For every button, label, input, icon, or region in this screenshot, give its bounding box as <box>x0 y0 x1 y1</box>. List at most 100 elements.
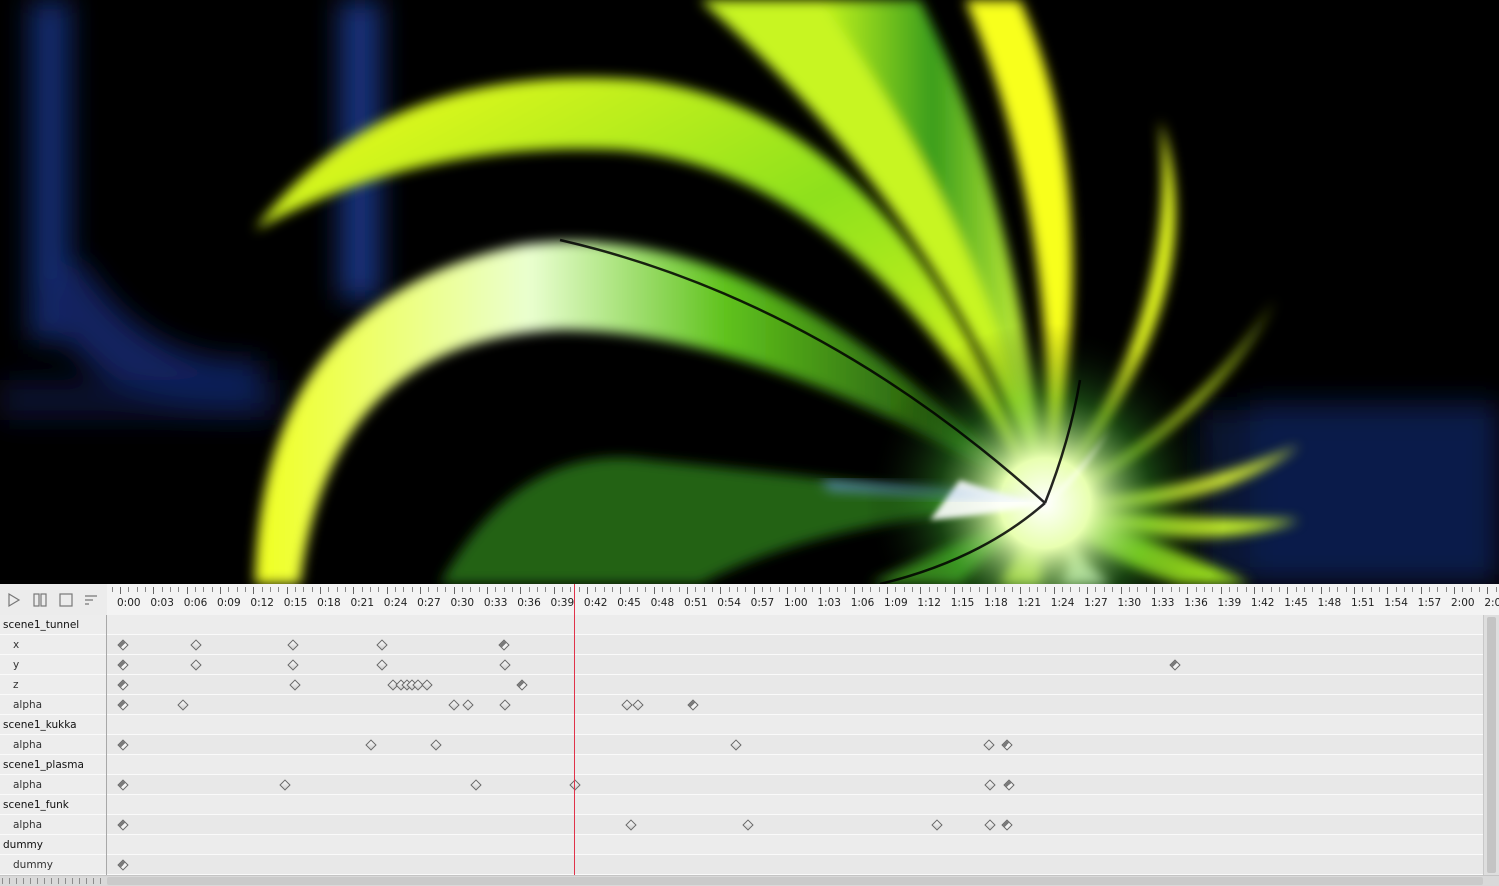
ruler-time-label: 1:33 <box>1150 597 1175 609</box>
ruler-tick <box>636 587 638 592</box>
track-group-name[interactable]: scene1_kukka <box>0 715 106 735</box>
ruler-tick <box>503 587 505 592</box>
ruler-tick <box>1053 587 1055 594</box>
ruler-tick <box>295 587 297 592</box>
ruler-tick <box>1445 587 1447 592</box>
track-channel-row[interactable] <box>107 735 1483 755</box>
track-channel-name[interactable]: dummy <box>0 855 106 875</box>
ruler-tick <box>787 587 788 594</box>
ruler-tick <box>845 587 847 592</box>
ruler-tick <box>386 587 388 594</box>
ruler-tick <box>795 587 797 592</box>
ruler-tick <box>978 587 980 592</box>
ruler-tick <box>378 587 380 592</box>
horizontal-scrollbar-thumb[interactable] <box>107 877 1483 885</box>
ruler-tick <box>1212 587 1214 592</box>
ruler-tick <box>395 587 397 592</box>
track-channel-row[interactable] <box>107 775 1483 795</box>
ruler-tick <box>320 587 322 594</box>
track-channel-name[interactable]: y <box>0 655 106 675</box>
ruler-time-label: 1:03 <box>817 597 841 609</box>
track-channel-row[interactable] <box>107 675 1483 695</box>
ruler-tick <box>812 587 813 592</box>
playhead[interactable] <box>573 584 575 875</box>
ruler-tick <box>570 587 572 592</box>
track-group-name[interactable]: scene1_tunnel <box>0 615 106 635</box>
ruler-tick <box>1278 587 1280 592</box>
ruler-tick <box>1270 587 1272 592</box>
ruler-tick <box>1062 587 1064 592</box>
ruler-time-label: 0:09 <box>217 597 241 609</box>
track-channel-name[interactable]: z <box>0 675 106 695</box>
ruler-tick <box>445 587 447 592</box>
track-group-name[interactable]: scene1_plasma <box>0 755 106 775</box>
track-group-row[interactable] <box>107 755 1483 775</box>
vertical-scrollbar-thumb[interactable] <box>1487 617 1496 873</box>
track-channel-name[interactable]: alpha <box>0 735 106 755</box>
ruler-time-label: 0:24 <box>383 597 408 609</box>
ruler-time-label: 1:39 <box>1217 597 1242 609</box>
ruler-time-label: 1:15 <box>950 597 975 609</box>
ruler-tick <box>711 587 713 592</box>
track-channel-name[interactable]: alpha <box>0 775 106 795</box>
track-group-row[interactable] <box>107 795 1483 815</box>
ruler-tick <box>945 587 947 592</box>
stop-button[interactable] <box>56 590 76 610</box>
ruler-time-label: 1:36 <box>1184 597 1208 609</box>
ruler-tick <box>1070 587 1072 592</box>
ruler-tick <box>253 587 255 594</box>
ruler-tick <box>211 587 213 592</box>
track-group-row[interactable] <box>107 715 1483 735</box>
track-channel-name[interactable]: alpha <box>0 815 106 835</box>
vertical-scrollbar[interactable] <box>1483 615 1499 875</box>
ruler-tick <box>1203 587 1205 592</box>
ruler-tick <box>1462 587 1464 592</box>
track-channel-name[interactable]: alpha <box>0 695 106 715</box>
track-channel-row[interactable] <box>107 655 1483 675</box>
ruler-tick <box>586 587 588 594</box>
ruler-tick <box>1295 587 1297 592</box>
ruler-tick <box>1137 587 1139 592</box>
horizontal-scrollbar[interactable] <box>0 875 1499 886</box>
ruler-tick <box>1378 587 1380 592</box>
sort-button[interactable] <box>81 590 101 610</box>
track-group-name[interactable]: scene1_funk <box>0 795 106 815</box>
ruler-tick <box>1479 587 1480 592</box>
track-channel-row[interactable] <box>107 815 1483 835</box>
track-channel-name[interactable]: x <box>0 635 106 655</box>
preview-render <box>0 0 1499 584</box>
track-group-row[interactable] <box>107 615 1483 635</box>
ruler-tick <box>1020 587 1022 594</box>
ruler-time-label: 0:51 <box>683 597 708 609</box>
ruler-tick <box>278 587 280 592</box>
ruler-time-label: 1:00 <box>784 597 808 609</box>
ruler-tick <box>1253 587 1255 594</box>
ruler-tick <box>603 587 605 592</box>
ruler-tick <box>161 587 163 592</box>
ruler-time-label: 1:30 <box>1117 597 1142 609</box>
ruler-time-label: 0:36 <box>517 597 541 609</box>
ruler-tick <box>1153 587 1155 594</box>
ruler-tick <box>1320 587 1322 594</box>
track-group-row[interactable] <box>107 835 1483 855</box>
track-channel-row[interactable] <box>107 855 1483 875</box>
track-channel-row[interactable] <box>107 635 1483 655</box>
track-lanes[interactable] <box>107 615 1483 875</box>
ruler-time-label: 2:03 <box>1484 597 1499 609</box>
ruler-tick <box>436 587 438 592</box>
ruler-tick <box>995 587 997 592</box>
ruler-tick <box>228 587 230 592</box>
ruler-tick <box>1487 587 1489 594</box>
ruler-tick <box>461 587 463 592</box>
ruler-tick <box>545 587 547 592</box>
pause-button[interactable] <box>30 590 50 610</box>
ruler-time-label: 1:42 <box>1250 597 1275 609</box>
time-ruler[interactable]: 0:00 0:03 0:06 0:09 0:12 0:15 0:18 0:21 0:24 0:27… <box>107 584 1499 616</box>
ruler-tick <box>1103 587 1105 592</box>
ruler-time-label: 0:57 <box>750 597 775 609</box>
track-group-name[interactable]: dummy <box>0 835 106 855</box>
track-channel-row[interactable] <box>107 695 1483 715</box>
play-button[interactable] <box>4 590 24 610</box>
ruler-tick <box>970 587 972 592</box>
ruler-tick <box>520 587 522 594</box>
